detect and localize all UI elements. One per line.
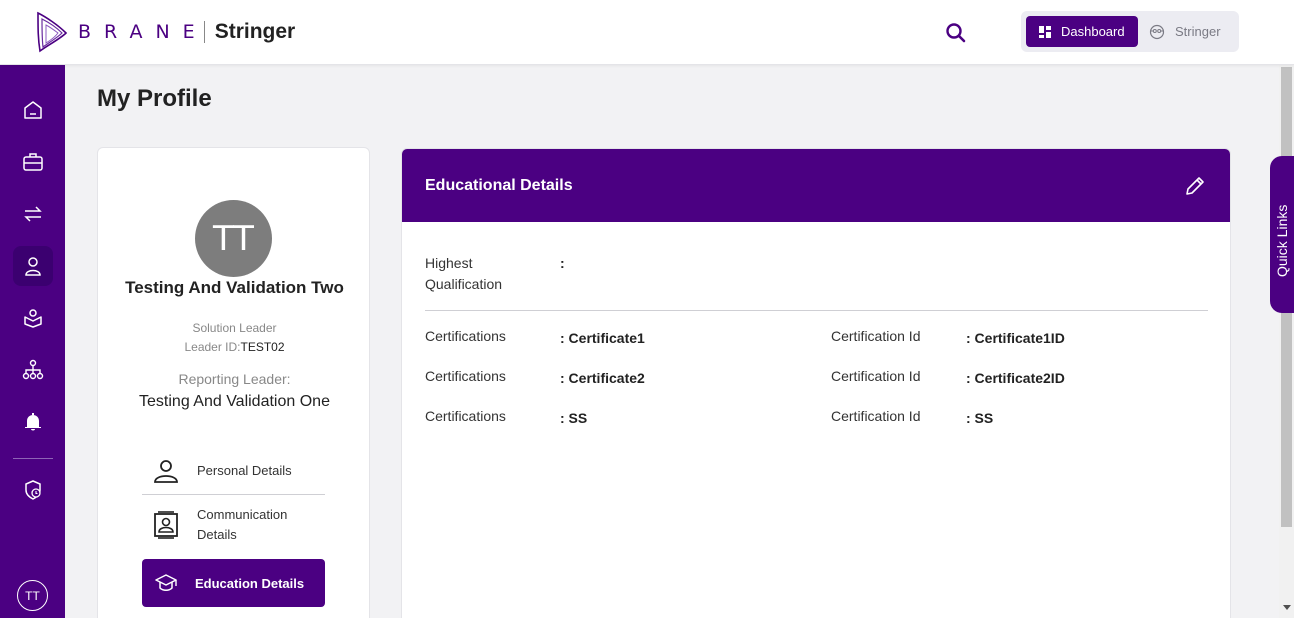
- edit-button[interactable]: [1184, 175, 1206, 197]
- dashboard-switch-label: Dashboard: [1061, 24, 1125, 39]
- certification-label: Certifications: [425, 328, 506, 344]
- page-scrollbar[interactable]: [1279, 65, 1294, 618]
- quick-links-tab[interactable]: Quick Links: [1270, 156, 1294, 313]
- leader-id-value: TEST02: [240, 340, 285, 354]
- profile-menu-education-details[interactable]: Education Details: [142, 559, 325, 607]
- sidebar-item-notifications[interactable]: [13, 402, 53, 442]
- page-title: My Profile: [97, 85, 212, 112]
- left-sidebar: TT: [0, 65, 65, 618]
- certification-value: : SS: [560, 410, 588, 426]
- reporting-leader-name: Testing And Validation One: [139, 393, 330, 410]
- profile-avatar: TT: [195, 200, 272, 277]
- profile-menu-communication-details[interactable]: Communication Details: [142, 497, 325, 553]
- top-header: BRANE Stringer Dashboard Stringer: [0, 0, 1294, 65]
- sidebar-divider: [13, 458, 53, 459]
- educational-details-title: Educational Details: [425, 176, 573, 194]
- training-icon: [24, 309, 42, 328]
- contact-card-icon: [151, 511, 181, 539]
- certification-id-label: Certification Id: [831, 368, 921, 384]
- sidebar-item-training[interactable]: [13, 298, 53, 338]
- stringer-face-icon: [1149, 24, 1165, 39]
- sidebar-item-home[interactable]: [13, 90, 53, 130]
- sidebar-item-jobs[interactable]: [13, 142, 53, 182]
- certification-value: : Certificate2: [560, 370, 645, 386]
- profile-role: Solution Leader: [192, 321, 277, 335]
- user-icon: [25, 257, 41, 276]
- profile-card: TT Testing And Validation Two Solution L…: [97, 147, 370, 618]
- stringer-switch-label: Stringer: [1175, 24, 1221, 39]
- product-name: Stringer: [214, 20, 296, 43]
- certification-value: : Certificate1: [560, 330, 645, 346]
- sidebar-item-hierarchy[interactable]: [13, 350, 53, 390]
- certification-id-value: : Certificate1ID: [966, 330, 1065, 346]
- search-button[interactable]: [943, 20, 969, 46]
- profile-menu-personal-details[interactable]: Personal Details: [142, 447, 325, 495]
- highest-qualification-value: :: [560, 255, 565, 271]
- graduation-cap-icon: [151, 573, 181, 593]
- pencil-icon: [1186, 177, 1204, 195]
- sidebar-item-profile[interactable]: [13, 246, 53, 286]
- scroll-down-arrow-icon[interactable]: [1283, 605, 1291, 610]
- dashboard-icon: [1039, 25, 1051, 38]
- sidebar-item-transfers[interactable]: [13, 194, 53, 234]
- app-switcher: Dashboard Stringer: [1021, 11, 1239, 52]
- educational-details-card: Educational Details Highest Qualificatio…: [401, 148, 1231, 618]
- reporting-leader-label: Reporting Leader:: [178, 371, 291, 387]
- quick-links-label: Quick Links: [1274, 204, 1290, 277]
- briefcase-icon: [23, 153, 43, 171]
- certification-label: Certifications: [425, 368, 506, 384]
- bell-icon: [25, 413, 41, 431]
- stringer-switch-button[interactable]: Stringer: [1145, 16, 1235, 47]
- certification-id-label: Certification Id: [831, 328, 921, 344]
- profile-menu-label: Personal Details: [197, 463, 292, 478]
- search-icon: [946, 23, 966, 43]
- section-divider: [425, 310, 1208, 311]
- user-avatar[interactable]: TT: [17, 580, 48, 611]
- certification-id-label: Certification Id: [831, 408, 921, 424]
- brand-name: BRANE: [78, 21, 208, 43]
- leader-id: Leader ID:TEST02: [98, 340, 371, 354]
- logo-divider: [203, 21, 205, 43]
- certification-id-value: : SS: [966, 410, 994, 426]
- security-icon: [25, 480, 41, 500]
- certification-label: Certifications: [425, 408, 506, 424]
- profile-name: Testing And Validation Two: [125, 278, 344, 297]
- certification-id-value: : Certificate2ID: [966, 370, 1065, 386]
- brane-logo-icon: [37, 11, 68, 53]
- person-icon: [151, 458, 181, 484]
- leader-id-label: Leader ID:: [184, 340, 241, 354]
- dashboard-switch-button[interactable]: Dashboard: [1026, 16, 1138, 47]
- profile-menu-label: Education Details: [195, 575, 305, 591]
- hierarchy-icon: [22, 359, 44, 380]
- profile-menu-label: Communication Details: [197, 507, 288, 542]
- highest-qualification-label: Highest Qualification: [425, 255, 503, 292]
- home-icon: [24, 101, 42, 119]
- sidebar-item-security[interactable]: [13, 470, 53, 510]
- transfer-icon: [24, 206, 42, 222]
- educational-details-header: Educational Details: [402, 149, 1230, 222]
- brand-logo[interactable]: BRANE Stringer: [34, 9, 295, 55]
